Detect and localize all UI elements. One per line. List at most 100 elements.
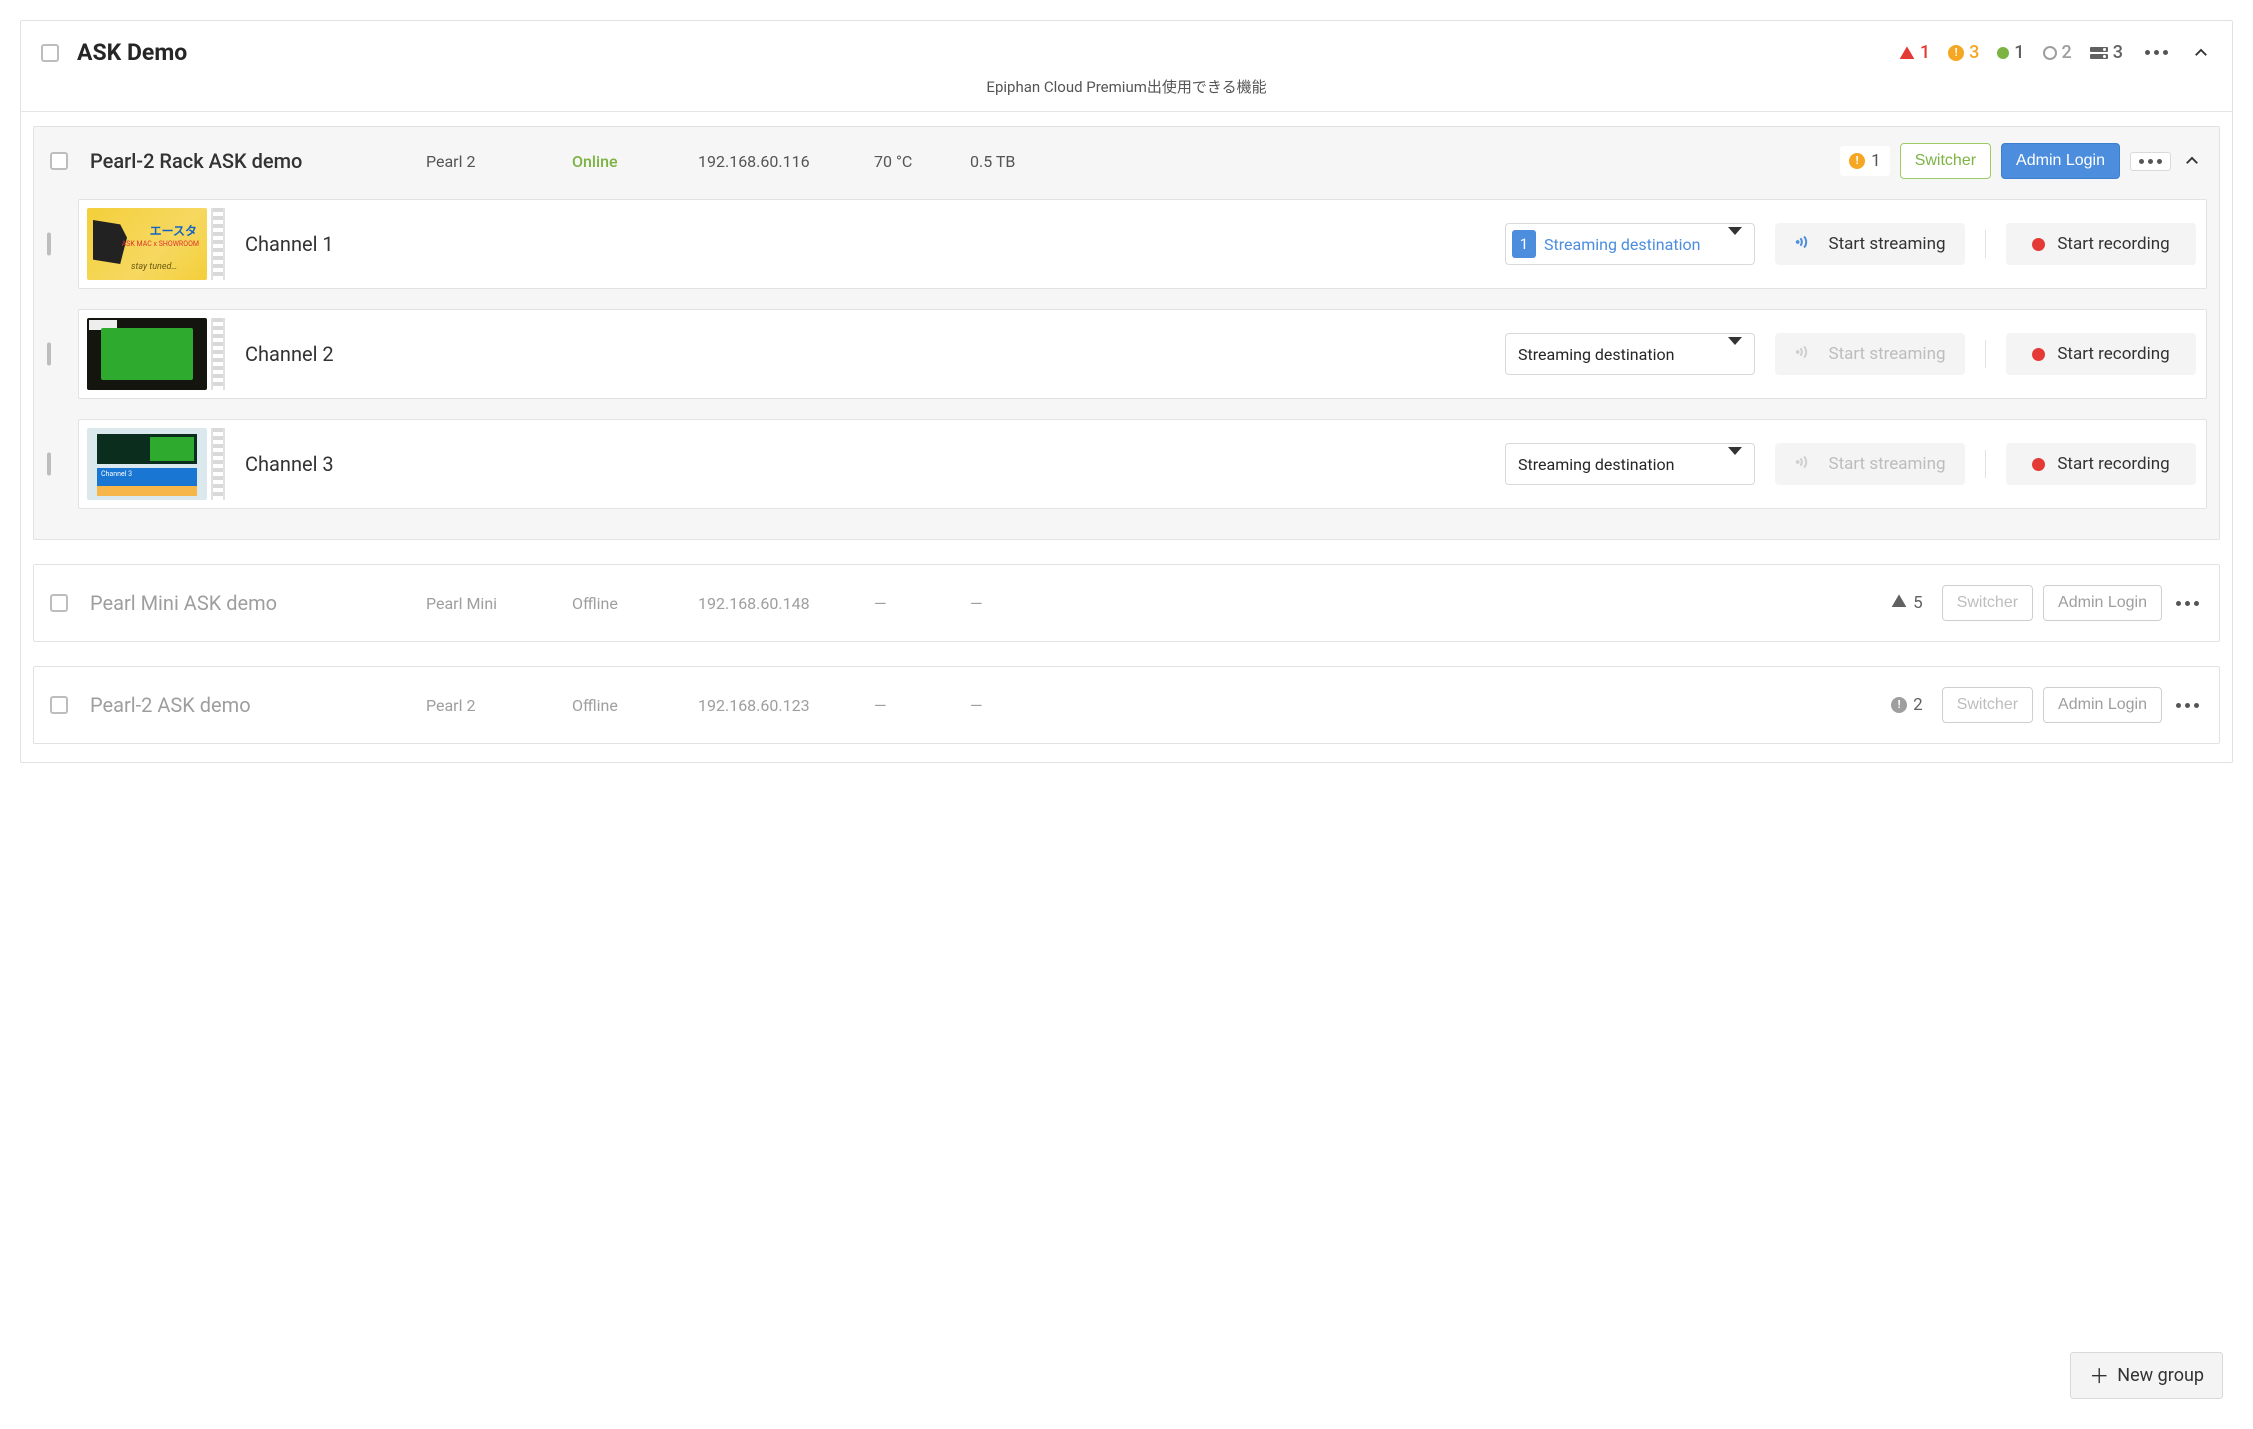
stat-online[interactable]: 1 (1997, 42, 2024, 63)
separator (1985, 450, 1986, 478)
device-name[interactable]: Pearl-2 ASK demo (90, 693, 420, 717)
device-card: Pearl-2 ASK demo Pearl 2 Offline 192.168… (33, 666, 2220, 744)
admin-login-button[interactable]: Admin Login (2043, 687, 2162, 723)
warning-circle-icon (1891, 697, 1907, 713)
channel-row: Channel 2 Streaming destination Start st… (78, 309, 2207, 399)
channel-name[interactable]: Channel 3 (245, 452, 495, 476)
offline-ring-icon (2043, 46, 2057, 60)
record-icon (2032, 348, 2045, 361)
device-ip: 192.168.60.148 (698, 594, 868, 613)
switcher-button[interactable]: Switcher (1942, 687, 2033, 723)
stream-icon (1794, 231, 1816, 258)
device-header: Pearl-2 ASK demo Pearl 2 Offline 192.168… (46, 677, 2207, 733)
group-panel: ASK Demo 1 3 1 2 3 (20, 20, 2233, 763)
device-temp: — (874, 696, 964, 715)
device-more-menu[interactable] (2172, 595, 2203, 612)
filmstrip-icon (211, 428, 225, 500)
device-alert-badge[interactable]: 1 (1840, 146, 1890, 176)
device-name[interactable]: Pearl Mini ASK demo (90, 591, 420, 615)
start-recording-button[interactable]: Start recording (2006, 223, 2196, 265)
start-recording-button[interactable]: Start recording (2006, 333, 2196, 375)
channel-thumbnail[interactable]: Channel 3 (87, 428, 207, 500)
filmstrip-icon (211, 318, 225, 390)
filmstrip-icon (211, 208, 225, 280)
channel-checkbox[interactable] (47, 453, 51, 476)
device-header: Pearl-2 Rack ASK demo Pearl 2 Online 192… (46, 137, 2207, 189)
device-storage: — (970, 696, 1080, 715)
admin-login-button[interactable]: Admin Login (2043, 585, 2162, 621)
device-checkbox[interactable] (50, 594, 68, 612)
stream-icon (1794, 341, 1816, 368)
group-title: ASK Demo (77, 39, 187, 66)
device-card: Pearl-2 Rack ASK demo Pearl 2 Online 192… (33, 126, 2220, 540)
separator (1985, 340, 1986, 368)
device-status: Offline (572, 696, 692, 715)
device-name[interactable]: Pearl-2 Rack ASK demo (90, 149, 420, 173)
device-storage: — (970, 594, 1080, 613)
device-card: Pearl Mini ASK demo Pearl Mini Offline 1… (33, 564, 2220, 642)
storage-icon (2090, 47, 2108, 59)
device-model: Pearl Mini (426, 594, 566, 613)
device-alert-badge[interactable]: 5 (1882, 588, 1932, 619)
chevron-down-icon (1728, 227, 1742, 254)
device-model: Pearl 2 (426, 152, 566, 171)
channel-row: Channel 3 Channel 3 Streaming destinatio… (78, 419, 2207, 509)
device-more-menu[interactable] (2130, 152, 2171, 171)
plus-icon: ＋ (2089, 1366, 2109, 1386)
record-icon (2032, 238, 2045, 251)
device-temp: 70 °C (874, 152, 964, 171)
group-header: ASK Demo 1 3 1 2 3 (21, 21, 2232, 76)
channel-thumbnail[interactable]: エースタASK MAC x SHOWROOMstay tuned… (87, 208, 207, 280)
channel-thumbnail[interactable] (87, 318, 207, 390)
group-collapse-toggle[interactable] (2190, 42, 2212, 64)
device-checkbox[interactable] (50, 152, 68, 170)
switcher-button[interactable]: Switcher (1900, 143, 1991, 179)
group-checkbox[interactable] (41, 44, 59, 62)
start-streaming-button[interactable]: Start streaming (1775, 223, 1965, 265)
channel-row: エースタASK MAC x SHOWROOMstay tuned… Channe… (78, 199, 2207, 289)
streaming-destination-select[interactable]: Streaming destination (1505, 333, 1755, 375)
group-more-menu[interactable] (2141, 44, 2172, 61)
channel-name[interactable]: Channel 1 (245, 232, 495, 256)
channel-checkbox[interactable] (47, 343, 51, 366)
error-triangle-icon (1891, 593, 1907, 614)
warning-circle-icon (1948, 45, 1964, 61)
device-alert-badge[interactable]: 2 (1882, 690, 1932, 720)
device-status: Online (572, 152, 692, 171)
record-icon (2032, 458, 2045, 471)
stream-icon (1794, 451, 1816, 478)
channel-checkbox[interactable] (47, 233, 51, 256)
new-group-button[interactable]: ＋ New group (2070, 1352, 2223, 1399)
device-checkbox[interactable] (50, 696, 68, 714)
device-status: Offline (572, 594, 692, 613)
chevron-down-icon (1728, 337, 1742, 364)
device-model: Pearl 2 (426, 696, 566, 715)
device-ip: 192.168.60.123 (698, 696, 868, 715)
devices-area: Pearl-2 Rack ASK demo Pearl 2 Online 192… (21, 112, 2232, 762)
streaming-destination-select[interactable]: 1 Streaming destination (1505, 223, 1755, 265)
stat-storage[interactable]: 3 (2090, 42, 2123, 63)
start-recording-button[interactable]: Start recording (2006, 443, 2196, 485)
device-collapse-toggle[interactable] (2181, 150, 2203, 172)
warning-circle-icon (1849, 153, 1865, 169)
stat-warnings[interactable]: 3 (1948, 42, 1979, 63)
device-more-menu[interactable] (2172, 697, 2203, 714)
switcher-button[interactable]: Switcher (1942, 585, 2033, 621)
start-streaming-button[interactable]: Start streaming (1775, 443, 1965, 485)
stat-errors[interactable]: 1 (1899, 42, 1930, 63)
separator (1985, 230, 1986, 258)
stat-offline[interactable]: 2 (2043, 42, 2072, 63)
device-temp: — (874, 594, 964, 613)
chevron-down-icon (1728, 447, 1742, 474)
online-dot-icon (1997, 47, 2009, 59)
group-subtitle: Epiphan Cloud Premium出使用できる機能 (21, 76, 2232, 112)
device-storage: 0.5 TB (970, 152, 1080, 171)
streaming-destination-select[interactable]: Streaming destination (1505, 443, 1755, 485)
error-triangle-icon (1899, 45, 1915, 61)
destination-count-badge: 1 (1512, 230, 1536, 258)
channel-name[interactable]: Channel 2 (245, 342, 495, 366)
device-ip: 192.168.60.116 (698, 152, 868, 171)
start-streaming-button[interactable]: Start streaming (1775, 333, 1965, 375)
admin-login-button[interactable]: Admin Login (2001, 143, 2120, 179)
device-header: Pearl Mini ASK demo Pearl Mini Offline 1… (46, 575, 2207, 631)
